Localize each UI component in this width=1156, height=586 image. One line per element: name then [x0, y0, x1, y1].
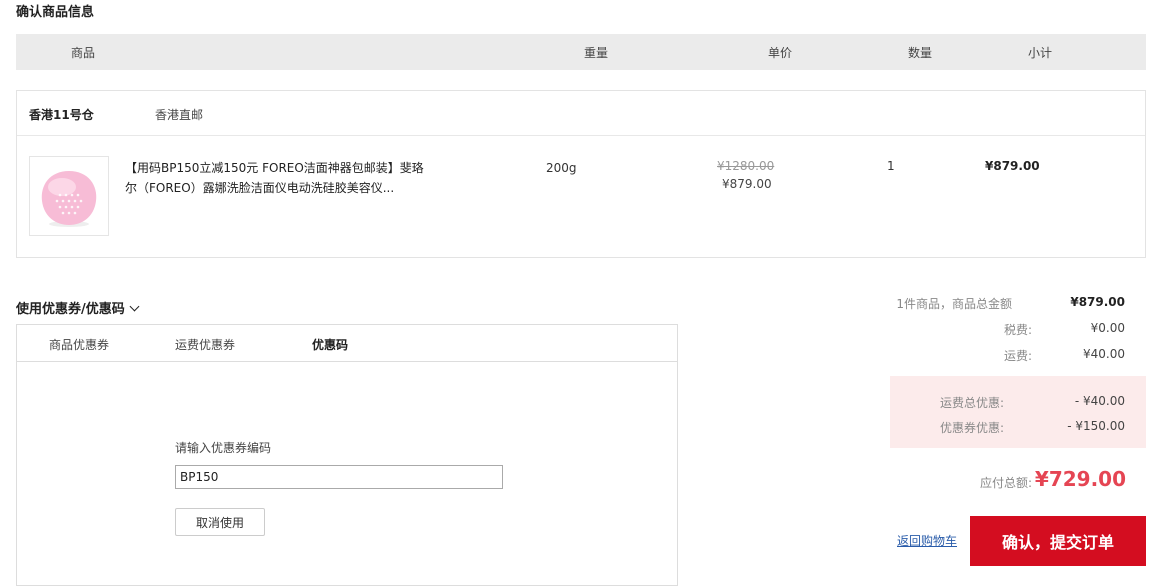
coupon-toggle-label: 使用优惠券/优惠码: [16, 302, 125, 317]
coupon-toggle[interactable]: 使用优惠券/优惠码: [16, 298, 140, 317]
unit-price: ¥879.00: [722, 177, 772, 191]
header-quantity: 数量: [908, 46, 933, 60]
tab-product-coupon[interactable]: 商品优惠券: [49, 336, 109, 353]
header-product: 商品: [71, 46, 96, 60]
cancel-coupon-button[interactable]: 取消使用: [175, 508, 265, 536]
order-box: 香港11号仓 香港直邮 【用码BP150立减150元 FOREO洁面神器包邮装】…: [16, 90, 1146, 258]
cleansing-device-icon: [41, 171, 97, 227]
items-total-value: ¥879.00: [1070, 295, 1125, 309]
tab-shipping-coupon[interactable]: 运费优惠券: [175, 336, 235, 353]
shipping-label: 运费:: [1003, 349, 1032, 363]
items-total-label: 1件商品，商品总金额: [896, 297, 1012, 311]
product-quantity: 1: [887, 159, 895, 173]
shipping-value: ¥40.00: [1083, 347, 1125, 361]
original-price: ¥1280.00: [717, 159, 775, 173]
coupon-tabs: 商品优惠券 运费优惠券 优惠码: [17, 325, 677, 362]
chevron-down-icon: [129, 301, 140, 312]
header-weight: 重量: [584, 46, 609, 60]
shipping-discount-label: 运费总优惠:: [939, 396, 1004, 410]
coupon-discount-label: 优惠券优惠:: [939, 421, 1004, 435]
coupon-panel: 商品优惠券 运费优惠券 优惠码 请输入优惠券编码 取消使用: [16, 324, 678, 586]
product-weight: 200g: [546, 161, 577, 175]
product-title[interactable]: 【用码BP150立减150元 FOREO洁面神器包邮装】斐珞尔（FOREO）露娜…: [125, 158, 425, 198]
coupon-code-label: 请输入优惠券编码: [175, 441, 272, 455]
warehouse-row: 香港11号仓 香港直邮: [17, 91, 1145, 136]
submit-order-button[interactable]: 确认，提交订单: [970, 516, 1146, 566]
total-label: 应付总额:: [979, 476, 1032, 490]
tax-value: ¥0.00: [1090, 321, 1125, 335]
tax-label: 税费:: [1003, 323, 1032, 337]
shipping-method: 香港直邮: [155, 108, 204, 122]
back-to-cart-link[interactable]: 返回购物车: [897, 532, 957, 549]
product-subtotal: ¥879.00: [985, 159, 1040, 173]
tab-coupon-code[interactable]: 优惠码: [312, 336, 348, 353]
discount-box: 运费总优惠: - ¥40.00 优惠券优惠: - ¥150.00: [890, 376, 1146, 448]
total-value: ¥729.00: [1034, 467, 1126, 491]
header-unit-price: 单价: [768, 46, 793, 60]
warehouse-name: 香港11号仓: [29, 108, 94, 122]
coupon-discount-value: - ¥150.00: [1067, 419, 1125, 433]
section-title: 确认商品信息: [16, 5, 95, 20]
header-subtotal: 小计: [1028, 46, 1053, 60]
coupon-code-input[interactable]: [175, 465, 503, 489]
shipping-discount-value: - ¥40.00: [1074, 394, 1125, 408]
table-header: 商品 重量 单价 数量 小计: [16, 34, 1146, 70]
product-image[interactable]: [29, 156, 109, 236]
